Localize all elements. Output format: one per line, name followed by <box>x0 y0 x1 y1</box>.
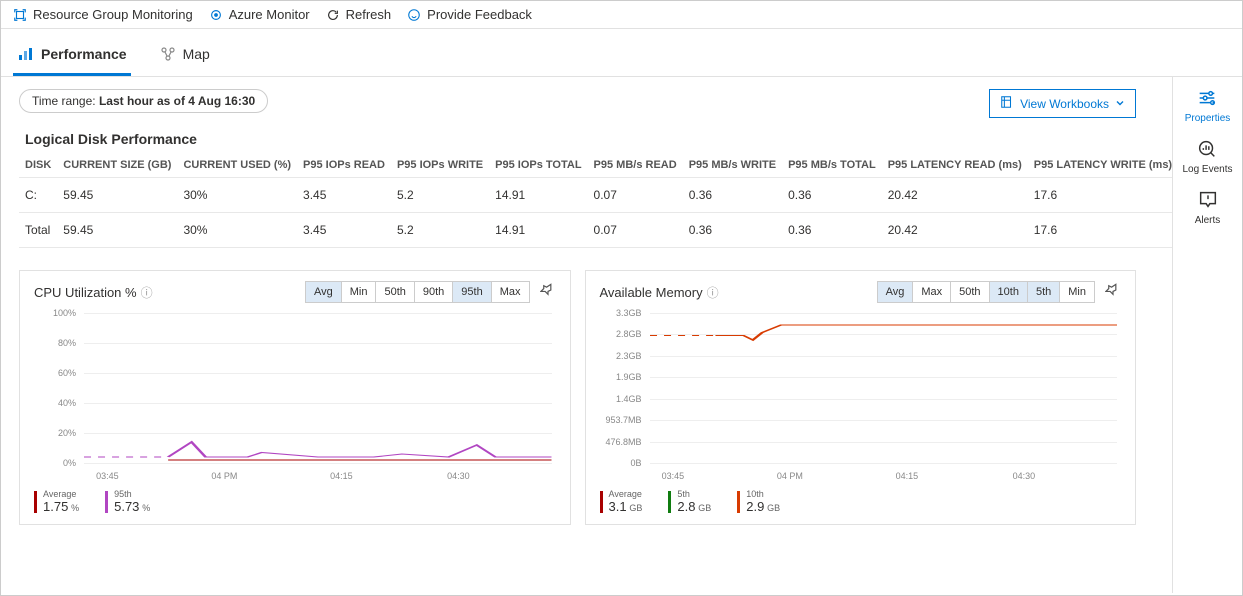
info-icon[interactable]: ⓘ <box>141 284 153 301</box>
target-icon <box>209 8 223 22</box>
workbook-icon <box>1000 95 1014 112</box>
rail-properties[interactable]: Properties <box>1185 87 1231 124</box>
seg-max[interactable]: Max <box>492 282 529 302</box>
scope-icon <box>13 8 27 22</box>
seg-avg[interactable]: Avg <box>878 282 914 302</box>
refresh-icon <box>326 8 340 22</box>
pin-icon[interactable] <box>1105 282 1121 303</box>
view-workbooks-button[interactable]: View Workbooks <box>989 89 1136 118</box>
seg-95th[interactable]: 95th <box>453 282 491 302</box>
right-rail: Properties Log Events Alerts <box>1172 77 1242 593</box>
legend-item: 95th5.73 % <box>105 489 150 514</box>
table-row[interactable]: Total59.4530%3.455.214.910.070.360.3620.… <box>19 213 1172 248</box>
rail-log-events[interactable]: Log Events <box>1182 138 1232 175</box>
search-chart-icon <box>1196 138 1218 160</box>
table-header[interactable]: CURRENT USED (%) <box>177 153 297 178</box>
seg-10th[interactable]: 10th <box>990 282 1028 302</box>
seg-max[interactable]: Max <box>913 282 951 302</box>
cpu-aggregation-picker[interactable]: AvgMin50th90th95thMax <box>305 281 530 303</box>
top-toolbar: Resource Group Monitoring Azure Monitor … <box>1 1 1242 29</box>
memory-title: Available Memory ⓘ <box>600 284 719 301</box>
sliders-icon <box>1196 87 1218 109</box>
seg-5th[interactable]: 5th <box>1028 282 1060 302</box>
rail-alerts[interactable]: Alerts <box>1195 189 1221 226</box>
memory-chart[interactable]: 3.3GB2.8GB2.3GB1.9GB1.4GB953.7MB476.8MB0… <box>600 313 1122 483</box>
memory-legend: Average3.1 GB 5th2.8 GB 10th2.9 GB <box>600 489 1122 514</box>
pin-icon[interactable] <box>540 282 556 303</box>
disk-section-title: Logical Disk Performance <box>25 131 1136 147</box>
cpu-legend: Average1.75 % 95th5.73 % <box>34 489 556 514</box>
azure-monitor-link[interactable]: Azure Monitor <box>209 7 310 22</box>
legend-item: Average1.75 % <box>34 489 79 514</box>
seg-avg[interactable]: Avg <box>306 282 342 302</box>
memory-aggregation-picker[interactable]: AvgMax50th10th5thMin <box>877 281 1095 303</box>
legend-item: 10th2.9 GB <box>737 489 780 514</box>
seg-90th[interactable]: 90th <box>415 282 453 302</box>
table-header[interactable]: P95 MB/s WRITE <box>683 153 782 178</box>
disk-table: DISKCURRENT SIZE (GB)CURRENT USED (%)P95… <box>19 153 1172 248</box>
refresh-button[interactable]: Refresh <box>326 7 392 22</box>
tab-row: Performance Map <box>1 29 1242 77</box>
map-icon <box>159 45 177 63</box>
table-header[interactable]: DISK <box>19 153 57 178</box>
cpu-chart[interactable]: 100%80%60%40%20%0%03:4504 PM04:1504:30 <box>34 313 556 483</box>
seg-50th[interactable]: 50th <box>376 282 414 302</box>
memory-card: Available Memory ⓘ AvgMax50th10th5thMin … <box>585 270 1137 525</box>
seg-min[interactable]: Min <box>342 282 377 302</box>
resource-group-link[interactable]: Resource Group Monitoring <box>13 7 193 22</box>
table-header[interactable]: P95 IOPs TOTAL <box>489 153 587 178</box>
legend-item: Average3.1 GB <box>600 489 643 514</box>
feedback-button[interactable]: Provide Feedback <box>407 7 532 22</box>
content-area: Time range: Last hour as of 4 Aug 16:30 … <box>1 77 1172 593</box>
table-header[interactable]: P95 LATENCY WRITE (ms) <box>1028 153 1172 178</box>
table-header[interactable]: P95 IOPs WRITE <box>391 153 489 178</box>
table-header[interactable]: P95 MB/s READ <box>588 153 683 178</box>
table-header[interactable]: CURRENT SIZE (GB) <box>57 153 177 178</box>
table-header[interactable]: P95 MB/s TOTAL <box>782 153 882 178</box>
tab-performance[interactable]: Performance <box>13 39 131 76</box>
legend-item: 5th2.8 GB <box>668 489 711 514</box>
performance-icon <box>17 45 35 63</box>
smile-icon <box>407 8 421 22</box>
time-range-pill[interactable]: Time range: Last hour as of 4 Aug 16:30 <box>19 89 268 113</box>
cpu-title: CPU Utilization % ⓘ <box>34 284 153 301</box>
info-icon[interactable]: ⓘ <box>707 284 719 301</box>
table-row[interactable]: C:59.4530%3.455.214.910.070.360.3620.421… <box>19 178 1172 213</box>
seg-50th[interactable]: 50th <box>951 282 989 302</box>
tab-map[interactable]: Map <box>155 39 214 76</box>
seg-min[interactable]: Min <box>1060 282 1094 302</box>
cpu-card: CPU Utilization % ⓘ AvgMin50th90th95thMa… <box>19 270 571 525</box>
alert-icon <box>1197 189 1219 211</box>
table-header[interactable]: P95 LATENCY READ (ms) <box>882 153 1028 178</box>
table-header[interactable]: P95 IOPs READ <box>297 153 391 178</box>
chevron-down-icon <box>1115 97 1125 111</box>
